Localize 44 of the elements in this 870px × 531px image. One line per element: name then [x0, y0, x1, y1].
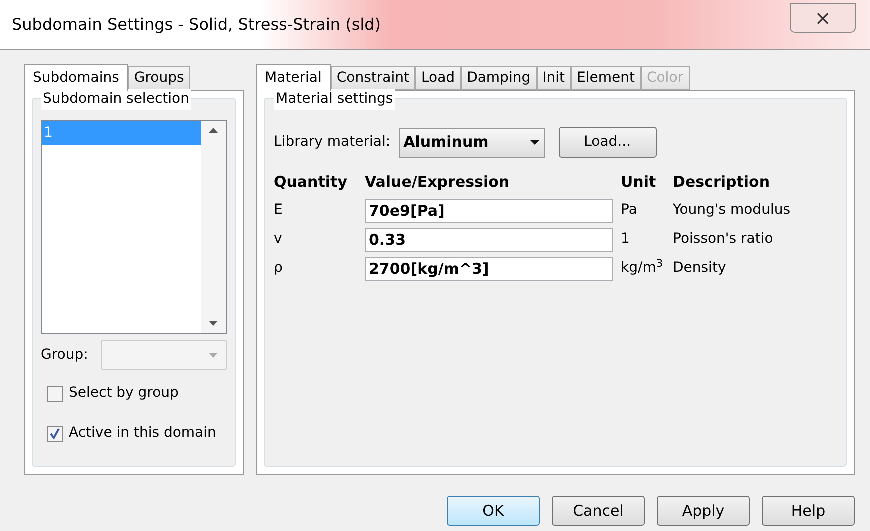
close-button[interactable]: ×	[790, 2, 856, 32]
description-text: Poisson's ratio	[673, 230, 774, 249]
quantity-symbol: v	[274, 230, 284, 249]
library-material-label: Library material:	[274, 133, 391, 152]
group-title: Material settings	[274, 89, 396, 110]
unit-text: 1	[621, 230, 631, 249]
column-header: Description	[673, 172, 772, 193]
description-text: Density	[673, 259, 728, 278]
value-field[interactable]: 2700[kg/m^3]	[365, 256, 613, 280]
column-header: Unit	[621, 172, 658, 193]
column-header: Quantity	[274, 172, 348, 193]
caret-icon	[209, 352, 218, 358]
tab[interactable]: Subdomains	[24, 64, 128, 91]
checkbox-label: Active in this domain	[69, 424, 216, 443]
load-button[interactable]: Load...	[558, 127, 657, 158]
unit-text: kg/m$^{3}$	[621, 258, 664, 278]
tab[interactable]: Damping	[461, 66, 537, 90]
tab[interactable]: Init	[536, 66, 571, 90]
tab[interactable]: Constraint	[330, 66, 416, 90]
group-title: Subdomain selection	[41, 89, 192, 110]
group-label: Group:	[41, 346, 88, 364]
dialog-button[interactable]: Apply	[657, 496, 750, 526]
tab[interactable]: Load	[415, 66, 462, 90]
tab[interactable]: Element	[571, 66, 641, 90]
quantity-symbol: E	[274, 201, 284, 220]
scroll-up-icon[interactable]	[209, 128, 218, 133]
caret-icon	[530, 140, 540, 145]
checkbox-label: Select by group	[69, 384, 179, 403]
dialog-button[interactable]: OK	[447, 496, 540, 526]
dialog-button[interactable]: Help	[762, 496, 855, 526]
unit-text: Pa	[621, 201, 638, 220]
tab[interactable]: Groups	[128, 66, 190, 90]
dialog-button[interactable]: Cancel	[552, 496, 645, 526]
checkbox[interactable]	[47, 386, 63, 402]
material-dropdown[interactable]: Aluminum	[398, 128, 545, 158]
quantity-symbol: ρ	[274, 259, 284, 278]
column-header: Value/Expression	[365, 172, 511, 193]
scroll-down-icon[interactable]	[209, 321, 218, 326]
tab[interactable]: Material	[256, 64, 331, 91]
window-title: Subdomain Settings - Solid, Stress-Strain (sld)	[12, 14, 382, 36]
value-field[interactable]: 70e9[Pa]	[365, 198, 613, 222]
checkbox[interactable]	[47, 426, 63, 442]
description-text: Young's modulus	[673, 201, 792, 220]
value-field[interactable]: 0.33	[365, 228, 613, 252]
